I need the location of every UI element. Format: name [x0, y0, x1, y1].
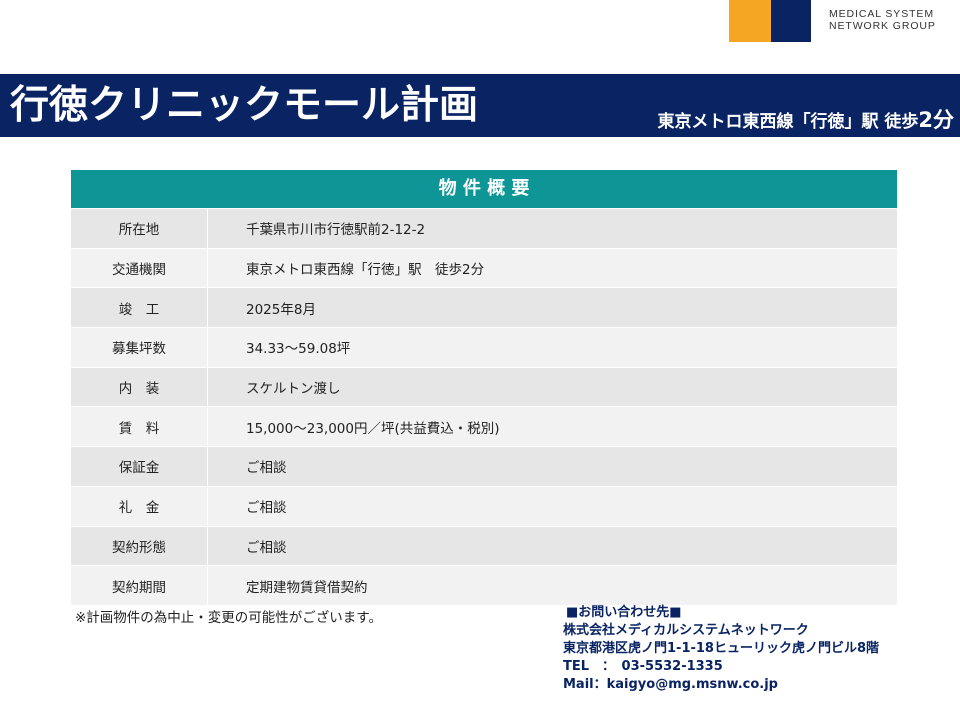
logo-line-1: MEDICAL SYSTEM — [829, 8, 934, 20]
disclaimer-note: ※計画物件の為中止・変更の可能性がございます。 — [75, 610, 382, 626]
row-value: スケルトン渡し — [246, 381, 341, 398]
row-value: ご相談 — [246, 460, 287, 477]
contact-heading: ■お問い合わせ先■ — [566, 605, 682, 620]
table-heading: 物 件 概 要 — [71, 170, 897, 208]
contact-tel: TEL ： 03-5532-1335 — [563, 659, 723, 674]
row-value: 34.33～59.08坪 — [246, 341, 351, 358]
table-row: 交通機関 東京メトロ東西線「行徳」駅 徒歩2分 — [71, 247, 897, 288]
access-prefix: 東京メトロ東西線「行徳」駅 徒歩 — [657, 112, 919, 132]
row-label: 内 装 — [71, 367, 208, 407]
contact-company: 株式会社メディカルシステムネットワーク — [563, 623, 809, 638]
property-overview-table: 物 件 概 要 所在地 千葉県市川市行徳駅前2-12-2 交通機関 東京メトロ東… — [71, 170, 897, 605]
contact-info: ■お問い合わせ先■ 株式会社メディカルシステムネットワーク 東京都港区虎ノ門1-… — [563, 604, 953, 694]
row-value: ご相談 — [246, 539, 287, 556]
page-title: 行徳クリニックモール計画 — [10, 83, 479, 128]
table-row: 所在地 千葉県市川市行徳駅前2-12-2 — [71, 208, 897, 248]
row-label: 礼 金 — [71, 486, 208, 526]
row-label: 契約期間 — [71, 566, 208, 605]
row-value: 千葉県市川市行徳駅前2-12-2 — [246, 222, 426, 239]
table-row: 内 装 スケルトン渡し — [71, 366, 897, 407]
table-row: 竣 工 2025年8月 — [71, 287, 897, 328]
row-label: 竣 工 — [71, 288, 208, 328]
row-value: 2025年8月 — [246, 301, 316, 318]
row-value: ご相談 — [246, 500, 287, 517]
table-row: 契約期間 定期建物賃貸借契約 — [71, 565, 897, 605]
logo-line-2: NETWORK GROUP — [829, 20, 936, 32]
table-row: 保証金 ご相談 — [71, 446, 897, 486]
row-label: 交通機関 — [71, 248, 208, 288]
row-label: 所在地 — [71, 209, 208, 248]
table-row: 募集坪数 34.33～59.08坪 — [71, 327, 897, 367]
contact-mail[interactable]: Mail：kaigyo@mg.msnw.co.jp — [563, 676, 953, 694]
access-minutes: 2分 — [918, 108, 954, 132]
row-label: 募集坪数 — [71, 328, 208, 367]
row-label: 契約形態 — [71, 526, 208, 566]
company-logo-text: MEDICAL SYSTEM NETWORK GROUP — [829, 8, 954, 32]
table-row: 礼 金 ご相談 — [71, 485, 897, 526]
title-bar: 行徳クリニックモール計画 東京メトロ東西線「行徳」駅 徒歩2分 — [0, 74, 960, 137]
row-value: 15,000～23,000円／坪(共益費込・税別) — [246, 420, 500, 437]
row-label: 賃 料 — [71, 407, 208, 447]
row-value: 東京メトロ東西線「行徳」駅 徒歩2分 — [246, 262, 485, 279]
row-label: 保証金 — [71, 447, 208, 486]
row-value: 定期建物賃貸借契約 — [246, 579, 368, 596]
contact-address: 東京都港区虎ノ門1-1-18ヒューリック虎ノ門ビル8階 — [563, 641, 880, 656]
table-row: 契約形態 ご相談 — [71, 525, 897, 566]
logo-orange-block — [729, 0, 771, 42]
table-row: 賃 料 15,000～23,000円／坪(共益費込・税別) — [71, 406, 897, 447]
logo-navy-block — [771, 0, 811, 42]
access-subtitle: 東京メトロ東西線「行徳」駅 徒歩2分 — [657, 108, 954, 134]
